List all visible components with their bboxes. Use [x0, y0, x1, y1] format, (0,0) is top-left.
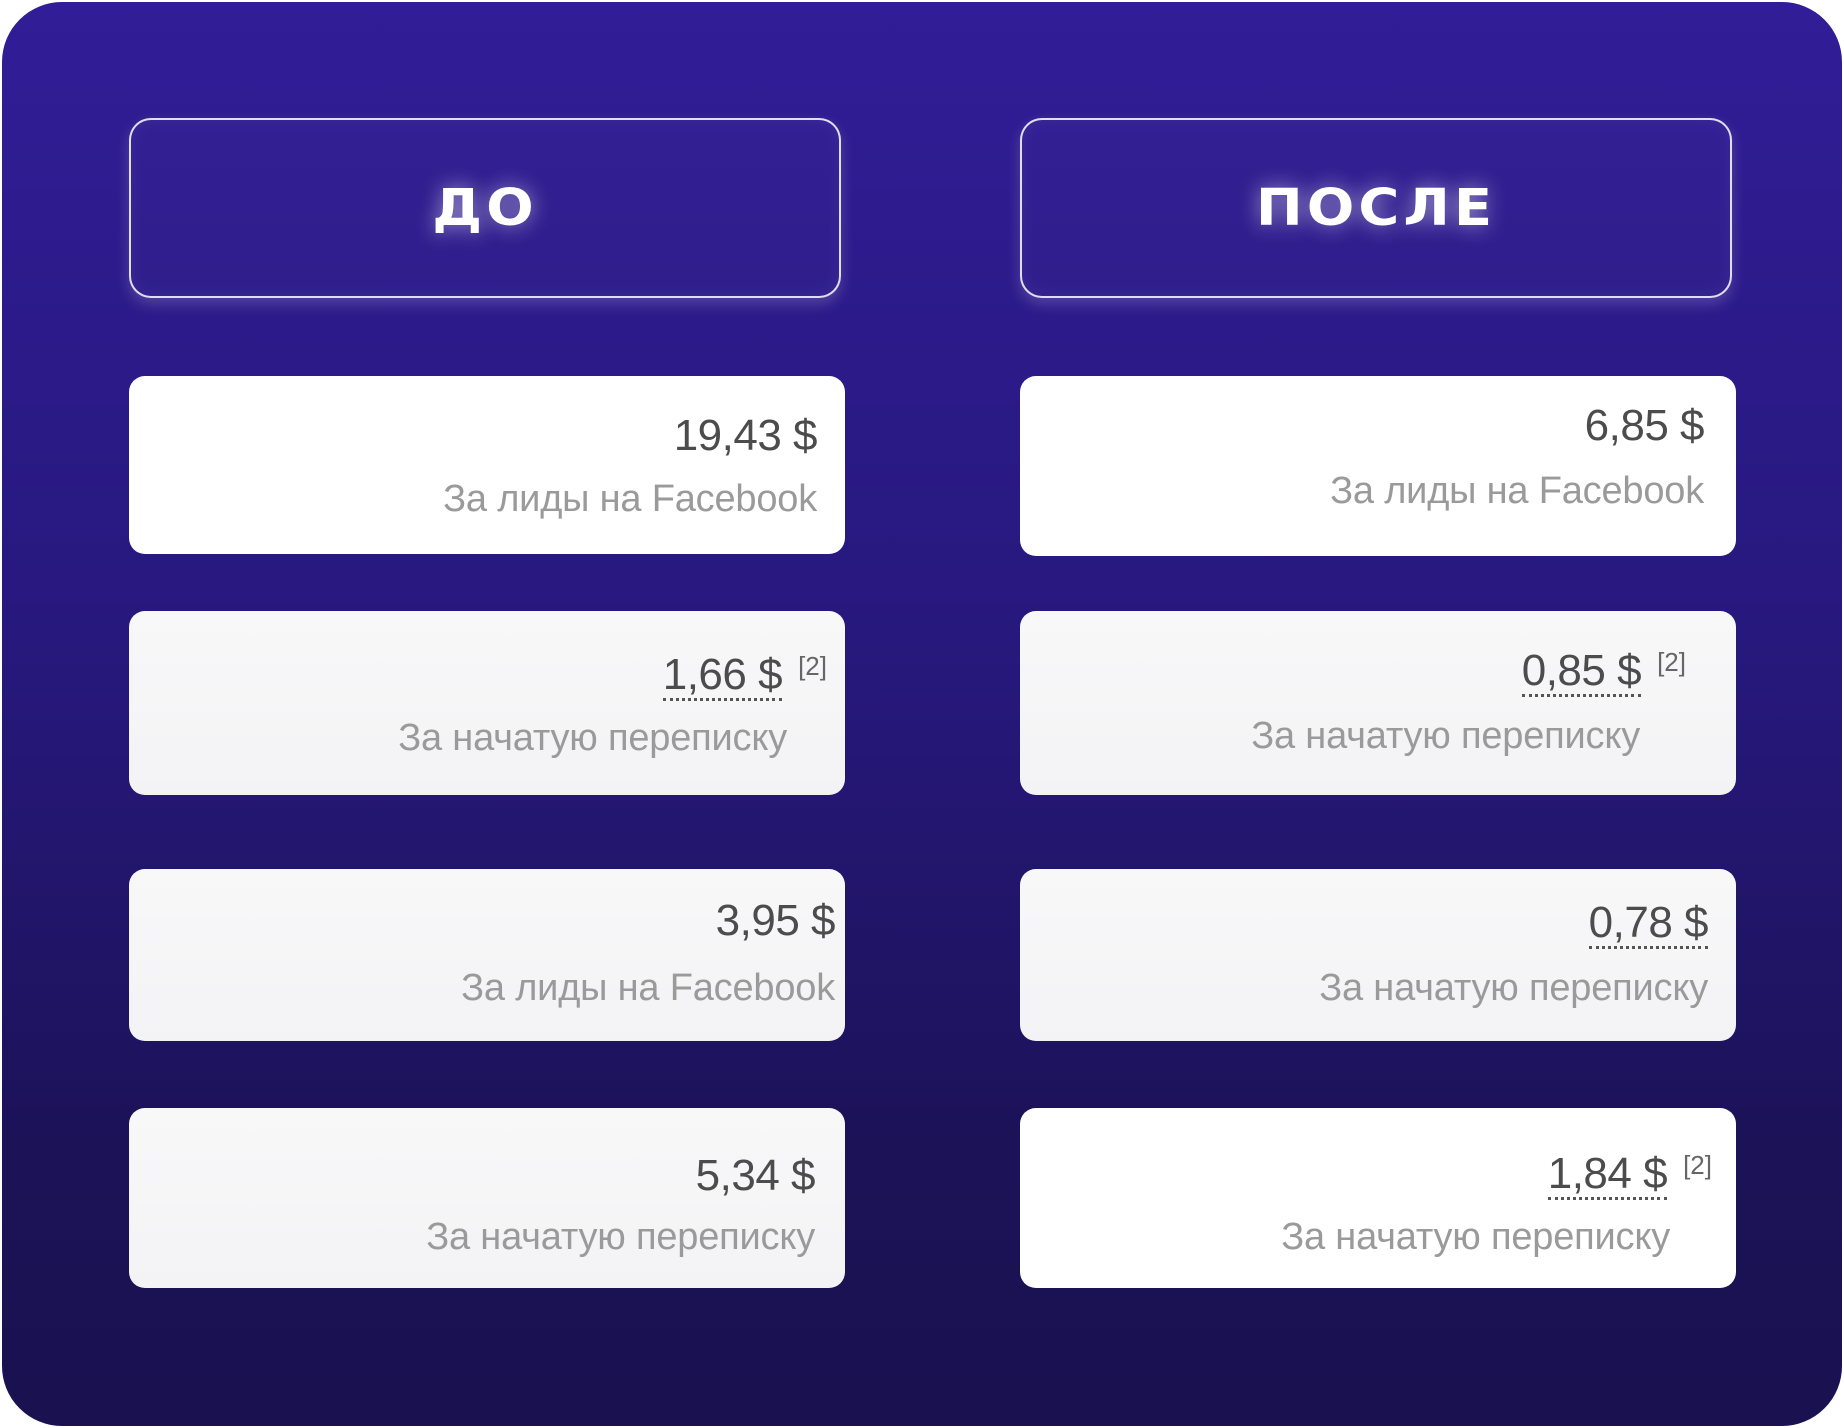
after-card-1-value: 6,85 $ [1584, 401, 1705, 450]
after-card-3: 0,78 $ За начатую переписку [1020, 869, 1736, 1041]
after-card-4: 1,84 $ [2] За начатую переписку [1020, 1108, 1736, 1288]
before-card-3: 3,95 $ За лиды на Facebook [129, 869, 845, 1041]
before-card-1-value: 19,43 $ [673, 411, 818, 460]
comparison-panel: ДО ПОСЛЕ 19,43 $ За лиды на Facebook 1,6… [2, 2, 1842, 1426]
before-card-1: 19,43 $ За лиды на Facebook [129, 376, 845, 554]
after-card-1: 6,85 $ За лиды на Facebook [1020, 376, 1736, 556]
after-card-2-value[interactable]: 0,85 $ [1521, 649, 1642, 697]
before-card-4-value: 5,34 $ [695, 1151, 816, 1200]
before-card-1-caption: За лиды на Facebook [443, 478, 817, 520]
after-card-4-value[interactable]: 1,84 $ [1547, 1152, 1668, 1200]
after-card-2-reference[interactable]: [2] [1657, 649, 1686, 675]
before-card-2-reference[interactable]: [2] [798, 653, 827, 679]
after-header-label: ПОСЛЕ [1255, 178, 1497, 238]
before-header-label: ДО [432, 178, 538, 238]
before-card-2-value[interactable]: 1,66 $ [662, 653, 783, 701]
after-card-4-reference[interactable]: [2] [1683, 1152, 1712, 1178]
after-card-1-caption: За лиды на Facebook [1330, 470, 1704, 512]
after-card-4-caption: За начатую переписку [1281, 1216, 1670, 1258]
after-card-3-value[interactable]: 0,78 $ [1588, 901, 1709, 949]
after-card-2-caption: За начатую переписку [1251, 715, 1640, 757]
before-card-4-caption: За начатую переписку [426, 1216, 815, 1258]
after-card-3-caption: За начатую переписку [1319, 967, 1708, 1009]
before-card-2-caption: За начатую переписку [398, 717, 787, 759]
after-card-2: 0,85 $ [2] За начатую переписку [1020, 611, 1736, 795]
before-card-3-caption: За лиды на Facebook [461, 967, 835, 1009]
before-card-4: 5,34 $ За начатую переписку [129, 1108, 845, 1288]
before-card-2: 1,66 $ [2] За начатую переписку [129, 611, 845, 795]
before-card-3-value: 3,95 $ [715, 896, 836, 945]
before-header: ДО [129, 118, 841, 298]
after-header: ПОСЛЕ [1020, 118, 1732, 298]
